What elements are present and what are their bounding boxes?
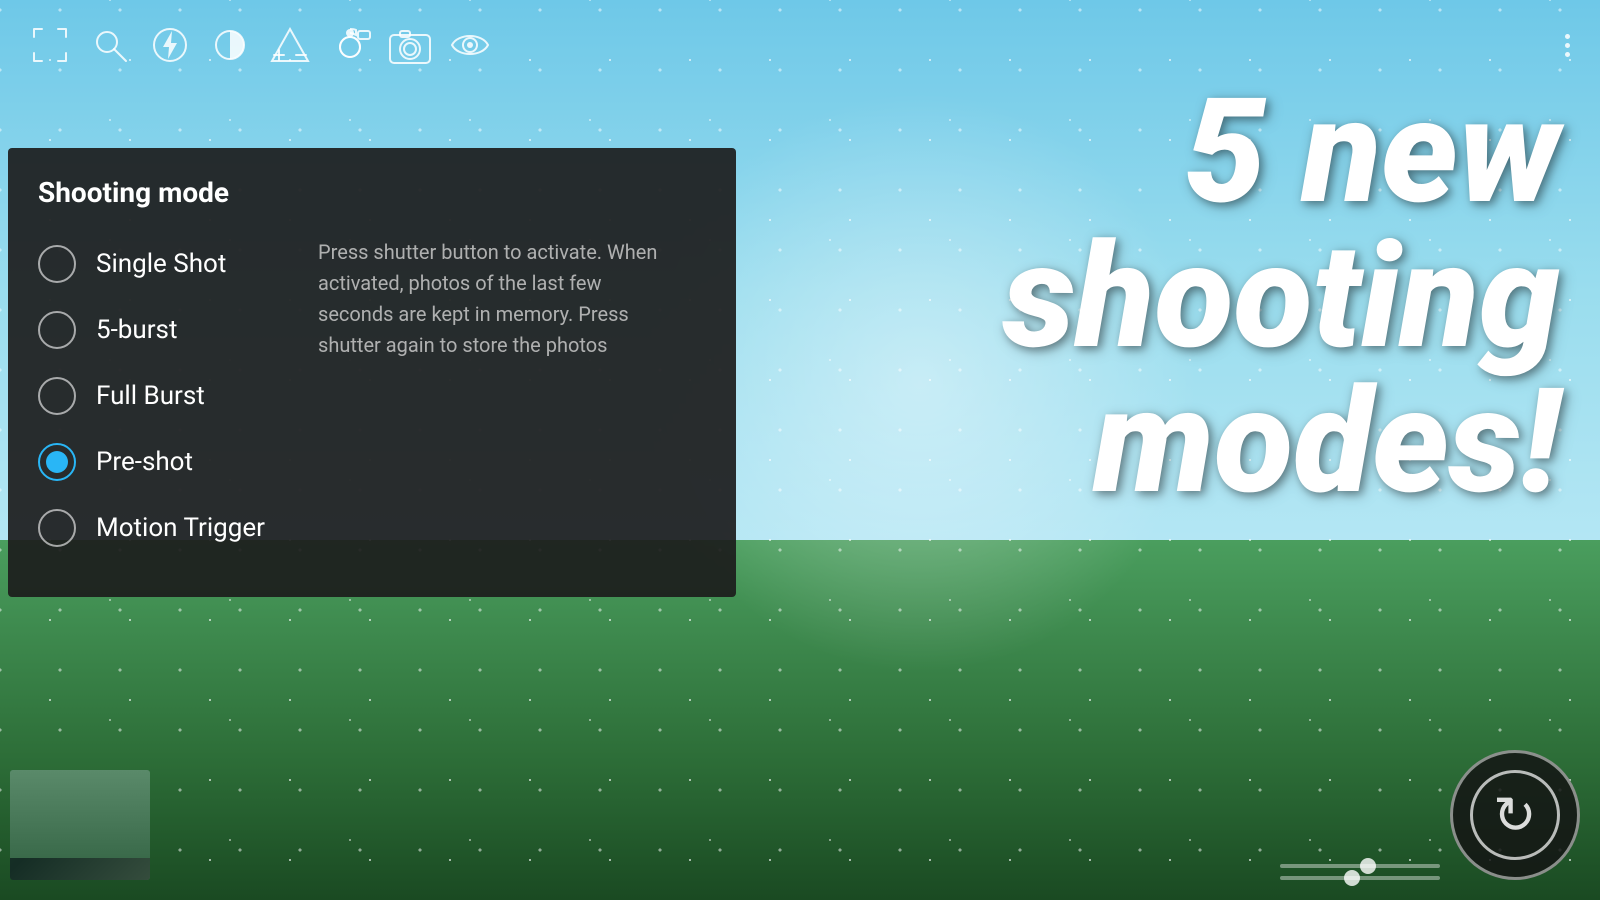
slider-track-1[interactable] xyxy=(1280,864,1440,868)
slider-controls xyxy=(1280,864,1440,880)
mode-description: Press shutter button to activate. When a… xyxy=(318,231,678,561)
slider-track-2[interactable] xyxy=(1280,876,1440,880)
refresh-icon: ↺ xyxy=(1493,785,1537,846)
flash-icon[interactable] xyxy=(140,15,200,75)
thumbnail-bar xyxy=(10,858,150,880)
radio-circle-5-burst xyxy=(38,311,76,349)
brightness-icon[interactable] xyxy=(200,15,260,75)
option-single-shot[interactable]: Single Shot xyxy=(38,231,288,297)
option-label-single-shot: Single Shot xyxy=(96,249,226,279)
radio-circle-full-burst xyxy=(38,377,76,415)
search-icon[interactable] xyxy=(80,15,140,75)
radio-circle-pre-shot xyxy=(38,443,76,481)
dot2 xyxy=(1565,43,1570,48)
dot1 xyxy=(1565,34,1570,39)
bottom-controls xyxy=(1280,864,1440,880)
exposure-icon[interactable] xyxy=(260,15,320,75)
option-full-burst[interactable]: Full Burst xyxy=(38,363,288,429)
radio-options-list: Single Shot 5-burst Full Burst Pre-shot … xyxy=(38,231,288,561)
slider-thumb-1[interactable] xyxy=(1360,858,1376,874)
fullscreen-icon[interactable] xyxy=(20,15,80,75)
dot3 xyxy=(1565,52,1570,57)
radio-circle-motion-trigger xyxy=(38,509,76,547)
shooting-mode-panel: Shooting mode Single Shot 5-burst Full B… xyxy=(8,148,736,597)
hero-line1: 5 new shooting modes! xyxy=(1003,80,1560,515)
option-label-5-burst: 5-burst xyxy=(96,315,177,345)
option-motion-trigger[interactable]: Motion Trigger xyxy=(38,495,288,561)
slider-thumb-2[interactable] xyxy=(1344,870,1360,886)
option-label-pre-shot: Pre-shot xyxy=(96,447,193,477)
hdr-icon[interactable] xyxy=(320,15,380,75)
thumbnail-preview[interactable] xyxy=(10,770,150,880)
camera-shutter-icon[interactable] xyxy=(380,15,440,75)
shutter-button[interactable]: ↺ xyxy=(1450,750,1580,880)
shutter-inner-ring: ↺ xyxy=(1470,770,1560,860)
option-label-full-burst: Full Burst xyxy=(96,381,205,411)
option-label-motion-trigger: Motion Trigger xyxy=(96,513,265,543)
more-options-button[interactable] xyxy=(1555,24,1580,67)
thumbnail-image xyxy=(10,770,150,858)
option-5-burst[interactable]: 5-burst xyxy=(38,297,288,363)
panel-content: Single Shot 5-burst Full Burst Pre-shot … xyxy=(38,231,706,561)
toolbar xyxy=(0,0,1600,90)
panel-title: Shooting mode xyxy=(38,176,706,209)
hero-text: 5 new shooting modes! xyxy=(1003,80,1560,515)
radio-circle-single-shot xyxy=(38,245,76,283)
eye-icon[interactable] xyxy=(440,15,500,75)
option-pre-shot[interactable]: Pre-shot xyxy=(38,429,288,495)
